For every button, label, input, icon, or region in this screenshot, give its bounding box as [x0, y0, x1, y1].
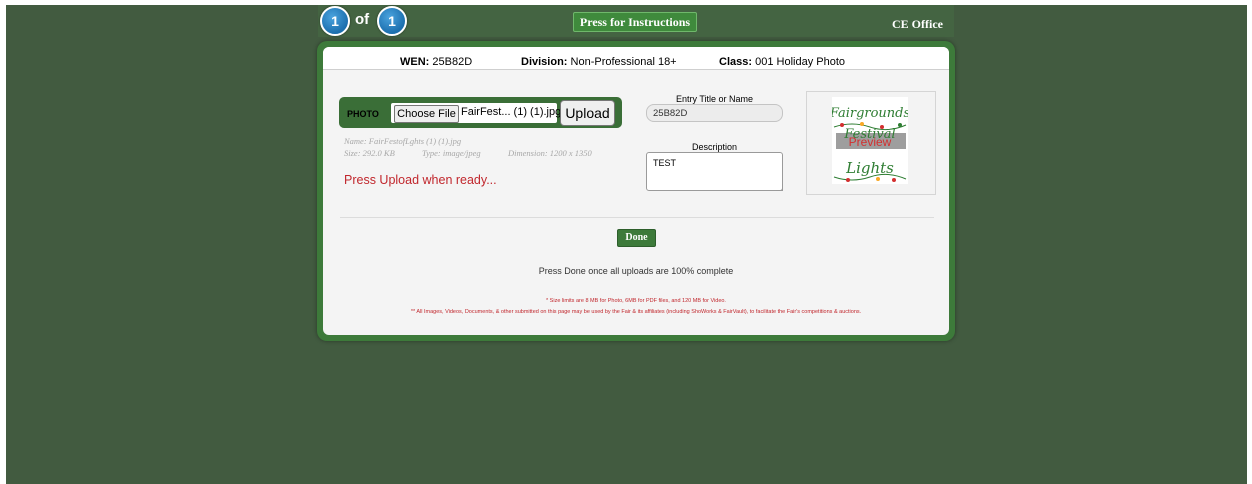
- instructions-button[interactable]: Press for Instructions: [573, 12, 697, 32]
- description-textarea[interactable]: TEST: [646, 152, 783, 191]
- wen-label: WEN:: [400, 56, 430, 68]
- description-label: Description: [691, 142, 738, 152]
- wen-info: WEN: 25B82D: [400, 56, 472, 68]
- upload-status-message: Press Upload when ready...: [344, 173, 497, 187]
- class-label: Class:: [719, 56, 753, 68]
- done-instruction: Press Done once all uploads are 100% com…: [538, 266, 734, 276]
- light-bulb: [892, 178, 896, 182]
- division-info: Division: Non-Professional 18+: [521, 56, 677, 68]
- file-meta-name: Name: FairFestofLghts (1) (1).jpg: [344, 136, 462, 146]
- light-bulb: [860, 122, 864, 126]
- textarea-resize-handle[interactable]: [776, 184, 783, 191]
- light-bulb: [846, 178, 850, 182]
- light-bulb: [876, 177, 880, 181]
- upload-button[interactable]: Upload: [560, 100, 615, 126]
- size-limits-note: * Size limits are 8 MB for Photo, 6MB fo…: [546, 298, 726, 304]
- division-label: Division:: [521, 56, 568, 68]
- usage-rights-note: ** All Images, Videos, Documents, & othe…: [410, 309, 862, 315]
- class-info: Class: 001 Holiday Photo: [719, 56, 845, 68]
- pager-of-label: of: [355, 11, 370, 28]
- total-entries-indicator: 1: [377, 6, 407, 36]
- wen-value: 25B82D: [432, 56, 473, 68]
- selected-file-name: FairFest... (1) (1).jpg: [461, 106, 562, 118]
- photo-label: PHOTO: [347, 109, 379, 119]
- light-bulb: [898, 123, 902, 127]
- choose-file-button[interactable]: Choose File: [394, 105, 459, 123]
- photo-preview-image: Fairgrounds Festival Preview Lights: [829, 97, 911, 184]
- preview-overlay-text: Preview: [849, 135, 892, 149]
- entry-title-label: Entry Title or Name: [675, 94, 754, 104]
- file-meta-dimension: Dimension: 1200 x 1350: [508, 148, 592, 158]
- entry-title-input[interactable]: 25B82D: [646, 104, 783, 122]
- file-meta-type: Type: image/jpeg: [422, 148, 481, 158]
- light-bulb: [880, 125, 884, 129]
- light-bulb: [840, 123, 844, 127]
- done-button[interactable]: Done: [617, 229, 656, 247]
- section-divider: [340, 217, 934, 218]
- office-label: CE Office: [892, 17, 943, 31]
- current-entry-indicator: 1: [320, 6, 350, 36]
- division-value: Non-Professional 18+: [570, 56, 677, 68]
- class-value: 001 Holiday Photo: [755, 56, 845, 68]
- preview-line1: Fairgrounds: [832, 106, 908, 121]
- file-meta-size: Size: 292.0 KB: [344, 148, 395, 158]
